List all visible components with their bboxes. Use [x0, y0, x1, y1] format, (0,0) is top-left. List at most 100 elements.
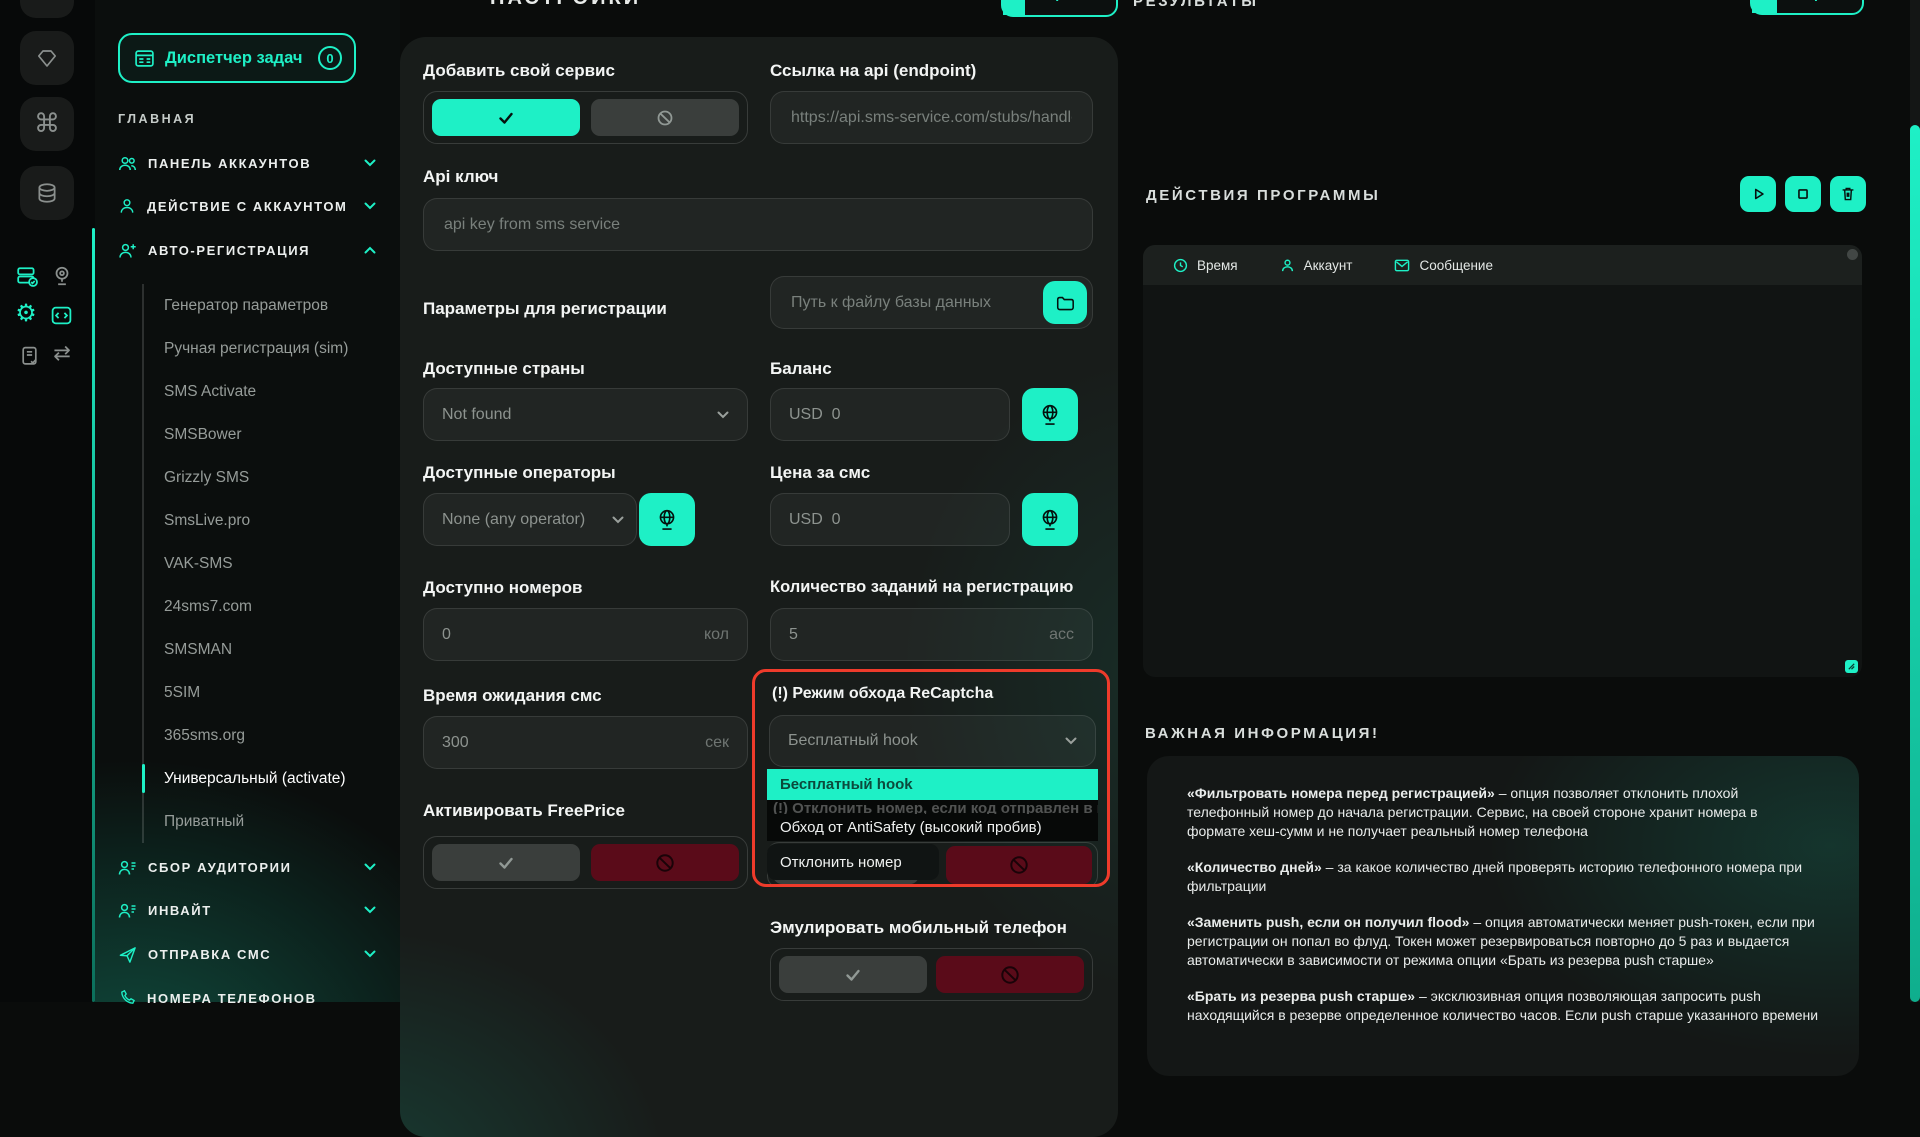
column-header-account[interactable]: Аккаунт — [1280, 258, 1353, 273]
mail-icon — [1394, 258, 1410, 273]
sidebar-item-account-actions[interactable]: ДЕЙСТВИЕ С АККАУНТОМ — [118, 193, 376, 219]
table-scrollbar[interactable] — [1847, 249, 1858, 260]
database-button[interactable] — [20, 166, 74, 220]
reset-button[interactable]: Сбросить — [1001, 0, 1118, 17]
rail-top-cut-button[interactable] — [20, 0, 74, 18]
wait-value: 300 — [442, 734, 469, 752]
column-header-label: Аккаунт — [1304, 258, 1353, 273]
results-title: РЕЗУЛЬТАТЫ — [1133, 0, 1259, 10]
operators-select[interactable]: None (any operator) — [423, 493, 637, 546]
info-paragraph: «Фильтровать номера перед регистрацией» … — [1187, 784, 1819, 841]
dropdown-option-selected[interactable]: Бесплатный hook — [767, 769, 1098, 800]
document-check-icon[interactable] — [17, 343, 41, 367]
toggle-yes-button[interactable] — [432, 844, 580, 881]
operators-refresh-button[interactable] — [639, 493, 695, 546]
numbers-field[interactable]: 0 кол — [423, 608, 748, 661]
webcam-icon[interactable] — [50, 264, 74, 288]
info-paragraph: «Заменить push, если он получил flood» –… — [1187, 913, 1819, 970]
emulate-toggle — [770, 948, 1093, 1001]
db-path-input[interactable] — [789, 293, 1036, 313]
countries-label: Доступные страны — [423, 359, 585, 379]
column-header-message[interactable]: Сообщение — [1394, 258, 1492, 273]
info-paragraph-lead: «Количество дней» — [1187, 859, 1322, 875]
submenu-item[interactable]: VAK-SMS — [144, 542, 394, 585]
submenu-item[interactable]: SMS Activate — [144, 370, 394, 413]
submenu-item[interactable]: Ручная регистрация (sim) — [144, 327, 394, 370]
browse-file-button[interactable] — [1043, 281, 1087, 324]
countries-value: Not found — [442, 406, 511, 424]
tasks-suffix: acc — [1049, 626, 1074, 644]
tasks-label: Количество заданий на регистрацию — [770, 578, 1073, 597]
sms-price-label: Цена за смс — [770, 463, 870, 483]
api-key-input[interactable] — [442, 215, 1074, 235]
block-icon — [654, 852, 676, 874]
start-button[interactable] — [1740, 176, 1776, 212]
submenu-item[interactable]: 24sms7.com — [144, 585, 394, 628]
bot-gear-icon[interactable]: ⚙ — [14, 301, 38, 325]
icon-rail: ⌘ ⚙ ⇄ — [0, 0, 95, 1002]
wait-field[interactable]: 300 сек — [423, 716, 748, 769]
toggle-no-button[interactable] — [936, 956, 1084, 993]
api-key-field-wrap — [423, 198, 1093, 251]
submenu-item[interactable]: SMSBower — [144, 413, 394, 456]
gem-button[interactable] — [20, 31, 74, 85]
send-icon — [118, 945, 137, 964]
submenu-item[interactable]: SmsLive.pro — [144, 499, 394, 542]
toggle-yes-button[interactable] — [432, 99, 580, 136]
sidebar-item-invite[interactable]: ИНВАЙТ — [118, 897, 376, 923]
open-button[interactable]: Открыть — [1750, 0, 1864, 15]
auto-registration-submenu: Генератор параметров Ручная регистрация … — [142, 284, 394, 843]
balance-refresh-button[interactable] — [1022, 388, 1078, 441]
balance-field[interactable]: USD 0 — [770, 388, 1010, 441]
page-title: НАСТРОЙКИ — [490, 0, 641, 10]
submenu-item-active[interactable]: Универсальный (activate) — [144, 757, 394, 800]
dropdown-option[interactable]: Отклонить номер — [767, 844, 939, 880]
api-link-input[interactable] — [789, 108, 1074, 128]
chevron-down-icon — [717, 411, 729, 419]
page-scrollbar-thumb[interactable] — [1910, 125, 1920, 1002]
countries-select[interactable]: Not found — [423, 388, 748, 441]
recaptcha-value: Бесплатный hook — [788, 732, 918, 750]
dropdown-option[interactable]: Обход от AntiSafety (высокий пробив) — [767, 814, 1098, 841]
submenu-item[interactable]: SMSMAN — [144, 628, 394, 671]
page-scrollbar-track[interactable] — [1910, 0, 1920, 1002]
submenu-item[interactable]: 5SIM — [144, 671, 394, 714]
recaptcha-label: (!) Режим обхода ReCaptcha — [772, 685, 993, 703]
database-icon — [35, 181, 59, 205]
delete-button[interactable] — [1830, 176, 1866, 212]
submenu-item[interactable]: Приватный — [144, 800, 394, 843]
server-check-icon[interactable] — [15, 264, 39, 288]
task-manager-button[interactable]: Диспетчер задач 0 — [118, 33, 356, 83]
folder-icon — [1055, 293, 1075, 313]
toggle-no-button[interactable] — [591, 844, 739, 881]
balance-value: USD 0 — [789, 406, 841, 424]
column-header-label: Сообщение — [1419, 258, 1492, 273]
toggle-yes-button[interactable] — [779, 956, 927, 993]
sms-price-refresh-button[interactable] — [1022, 493, 1078, 546]
stop-button[interactable] — [1785, 176, 1821, 212]
submenu-item[interactable]: Grizzly SMS — [144, 456, 394, 499]
globe-icon — [1038, 508, 1062, 532]
toggle-no-button[interactable] — [946, 846, 1092, 884]
info-paragraph: «Количество дней» – за какое количество … — [1187, 858, 1819, 896]
sidebar-item-accounts-panel[interactable]: ПАНЕЛЬ АККАУНТОВ — [118, 150, 376, 176]
swap-icon[interactable]: ⇄ — [50, 341, 74, 365]
sidebar-item-audience[interactable]: СБОР АУДИТОРИИ — [118, 854, 376, 880]
balance-label: Баланс — [770, 359, 832, 379]
sidebar-item-send-sms[interactable]: ОТПРАВКА СМС — [118, 941, 376, 967]
important-info-title: ВАЖНАЯ ИНФОРМАЦИЯ! — [1145, 725, 1380, 742]
sidebar-item-auto-registration[interactable]: АВТО-РЕГИСТРАЦИЯ — [118, 237, 376, 263]
settings-column: НАСТРОЙКИ Сбросить Добавить свой сервис … — [400, 0, 1118, 1002]
submenu-item[interactable]: Генератор параметров — [144, 284, 394, 327]
command-button[interactable]: ⌘ — [20, 97, 74, 151]
check-icon — [496, 108, 516, 128]
column-header-time[interactable]: Время — [1173, 258, 1238, 273]
code-window-icon[interactable] — [49, 303, 73, 327]
recaptcha-select[interactable]: Бесплатный hook — [769, 715, 1096, 767]
toggle-no-button[interactable] — [591, 99, 739, 136]
submenu-item[interactable]: 365sms.org — [144, 714, 394, 757]
resize-handle-icon[interactable] — [1845, 660, 1858, 673]
tasks-field[interactable]: 5 acc — [770, 608, 1093, 661]
sms-price-field[interactable]: USD 0 — [770, 493, 1010, 546]
sidebar-item-phone-numbers[interactable]: НОМЕРА ТЕЛЕФОНОВ — [118, 985, 376, 1011]
